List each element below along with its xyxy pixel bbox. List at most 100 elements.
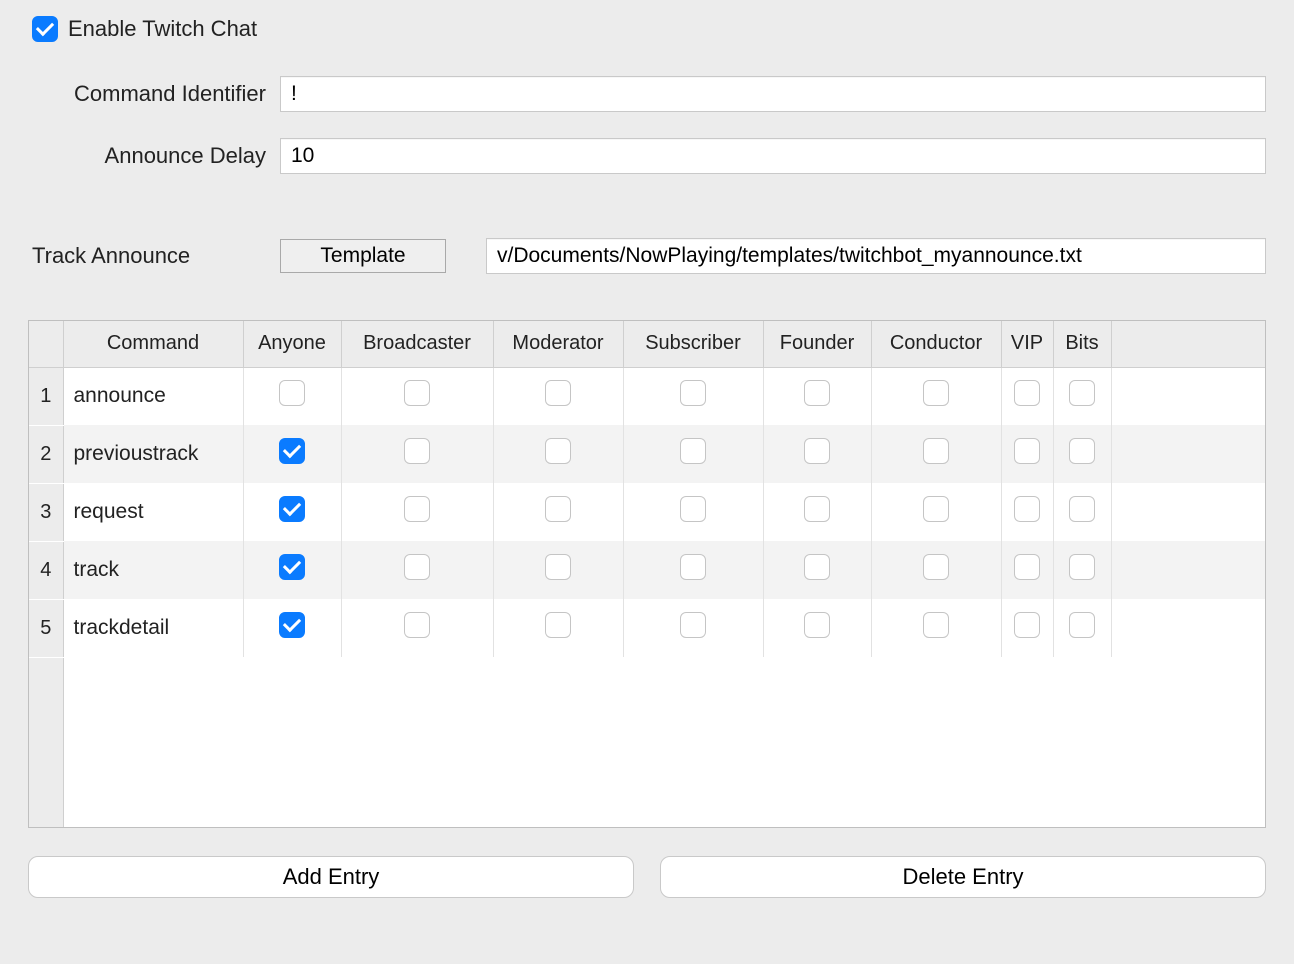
anyone-cell[interactable]	[243, 367, 341, 425]
vip-cell[interactable]	[1001, 483, 1053, 541]
moderator-checkbox[interactable]	[545, 438, 571, 464]
command-cell[interactable]: track	[63, 541, 243, 599]
subscriber-checkbox[interactable]	[680, 438, 706, 464]
command-cell[interactable]: request	[63, 483, 243, 541]
moderator-checkbox[interactable]	[545, 612, 571, 638]
bits-checkbox[interactable]	[1069, 496, 1095, 522]
conductor-checkbox[interactable]	[923, 438, 949, 464]
anyone-cell[interactable]	[243, 599, 341, 657]
table-row[interactable]: 3request	[29, 483, 1265, 541]
table-header-anyone[interactable]: Anyone	[243, 321, 341, 367]
vip-checkbox[interactable]	[1014, 554, 1040, 580]
broadcaster-checkbox[interactable]	[404, 612, 430, 638]
vip-cell[interactable]	[1001, 367, 1053, 425]
table-header-moderator[interactable]: Moderator	[493, 321, 623, 367]
command-cell[interactable]: previoustrack	[63, 425, 243, 483]
founder-cell[interactable]	[763, 483, 871, 541]
broadcaster-cell[interactable]	[341, 425, 493, 483]
founder-checkbox[interactable]	[804, 612, 830, 638]
broadcaster-checkbox[interactable]	[404, 554, 430, 580]
founder-checkbox[interactable]	[804, 380, 830, 406]
founder-cell[interactable]	[763, 541, 871, 599]
subscriber-cell[interactable]	[623, 483, 763, 541]
moderator-checkbox[interactable]	[545, 496, 571, 522]
moderator-cell[interactable]	[493, 425, 623, 483]
table-header-subscriber[interactable]: Subscriber	[623, 321, 763, 367]
broadcaster-checkbox[interactable]	[404, 496, 430, 522]
subscriber-cell[interactable]	[623, 599, 763, 657]
bits-cell[interactable]	[1053, 367, 1111, 425]
conductor-cell[interactable]	[871, 541, 1001, 599]
conductor-checkbox[interactable]	[923, 496, 949, 522]
moderator-cell[interactable]	[493, 483, 623, 541]
template-button[interactable]: Template	[280, 239, 446, 273]
announce-delay-input[interactable]	[280, 138, 1266, 174]
conductor-cell[interactable]	[871, 599, 1001, 657]
subscriber-checkbox[interactable]	[680, 612, 706, 638]
founder-cell[interactable]	[763, 367, 871, 425]
vip-checkbox[interactable]	[1014, 380, 1040, 406]
table-header-command[interactable]: Command	[63, 321, 243, 367]
broadcaster-checkbox[interactable]	[404, 438, 430, 464]
enable-twitch-chat-checkbox[interactable]	[32, 16, 58, 42]
broadcaster-cell[interactable]	[341, 483, 493, 541]
commands-table[interactable]: Command Anyone Broadcaster Moderator Sub…	[28, 320, 1266, 828]
moderator-checkbox[interactable]	[545, 554, 571, 580]
vip-checkbox[interactable]	[1014, 496, 1040, 522]
subscriber-checkbox[interactable]	[680, 380, 706, 406]
vip-checkbox[interactable]	[1014, 612, 1040, 638]
subscriber-cell[interactable]	[623, 541, 763, 599]
table-row[interactable]: 4track	[29, 541, 1265, 599]
bits-cell[interactable]	[1053, 599, 1111, 657]
founder-checkbox[interactable]	[804, 554, 830, 580]
table-row[interactable]: 5trackdetail	[29, 599, 1265, 657]
conductor-cell[interactable]	[871, 425, 1001, 483]
anyone-checkbox[interactable]	[279, 496, 305, 522]
table-row[interactable]: 2previoustrack	[29, 425, 1265, 483]
anyone-checkbox[interactable]	[279, 380, 305, 406]
add-entry-button[interactable]: Add Entry	[28, 856, 634, 898]
subscriber-checkbox[interactable]	[680, 496, 706, 522]
subscriber-cell[interactable]	[623, 367, 763, 425]
bits-checkbox[interactable]	[1069, 612, 1095, 638]
table-header-conductor[interactable]: Conductor	[871, 321, 1001, 367]
command-cell[interactable]: announce	[63, 367, 243, 425]
moderator-cell[interactable]	[493, 367, 623, 425]
table-header-bits[interactable]: Bits	[1053, 321, 1111, 367]
broadcaster-cell[interactable]	[341, 599, 493, 657]
vip-cell[interactable]	[1001, 541, 1053, 599]
bits-cell[interactable]	[1053, 483, 1111, 541]
founder-cell[interactable]	[763, 599, 871, 657]
bits-checkbox[interactable]	[1069, 438, 1095, 464]
founder-cell[interactable]	[763, 425, 871, 483]
bits-checkbox[interactable]	[1069, 380, 1095, 406]
anyone-checkbox[interactable]	[279, 554, 305, 580]
broadcaster-cell[interactable]	[341, 541, 493, 599]
table-header-broadcaster[interactable]: Broadcaster	[341, 321, 493, 367]
founder-checkbox[interactable]	[804, 438, 830, 464]
moderator-cell[interactable]	[493, 599, 623, 657]
anyone-cell[interactable]	[243, 541, 341, 599]
moderator-cell[interactable]	[493, 541, 623, 599]
conductor-cell[interactable]	[871, 483, 1001, 541]
conductor-checkbox[interactable]	[923, 554, 949, 580]
command-identifier-input[interactable]	[280, 76, 1266, 112]
anyone-cell[interactable]	[243, 483, 341, 541]
table-header-founder[interactable]: Founder	[763, 321, 871, 367]
bits-cell[interactable]	[1053, 425, 1111, 483]
conductor-checkbox[interactable]	[923, 380, 949, 406]
delete-entry-button[interactable]: Delete Entry	[660, 856, 1266, 898]
broadcaster-cell[interactable]	[341, 367, 493, 425]
table-header-vip[interactable]: VIP	[1001, 321, 1053, 367]
subscriber-checkbox[interactable]	[680, 554, 706, 580]
bits-cell[interactable]	[1053, 541, 1111, 599]
conductor-cell[interactable]	[871, 367, 1001, 425]
moderator-checkbox[interactable]	[545, 380, 571, 406]
anyone-checkbox[interactable]	[279, 438, 305, 464]
anyone-cell[interactable]	[243, 425, 341, 483]
table-row[interactable]: 1announce	[29, 367, 1265, 425]
vip-cell[interactable]	[1001, 599, 1053, 657]
command-cell[interactable]: trackdetail	[63, 599, 243, 657]
conductor-checkbox[interactable]	[923, 612, 949, 638]
vip-cell[interactable]	[1001, 425, 1053, 483]
